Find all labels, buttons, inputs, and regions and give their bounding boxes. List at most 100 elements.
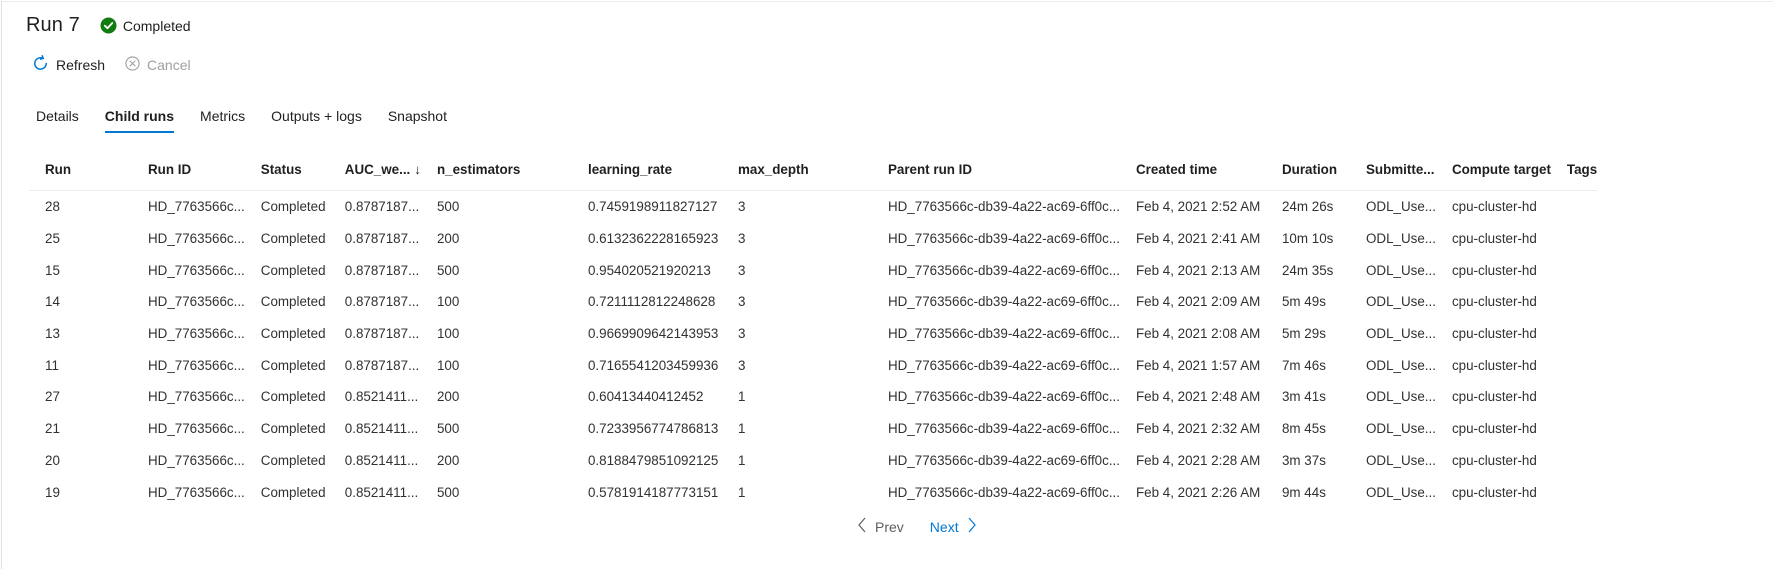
sort-descending-icon: ↓ xyxy=(414,161,421,177)
cell-compute-target: cpu-cluster-hd xyxy=(1451,199,1537,215)
cell-run[interactable]: 11 xyxy=(29,349,132,381)
table-row[interactable]: 21 HD_7763566c... Completed 0.8521411... 500… xyxy=(29,413,1597,445)
cell-max-depth: 3 xyxy=(737,262,746,278)
tab-metrics[interactable]: Metrics xyxy=(200,108,245,133)
cell-parent-run-id: HD_7763566c-db39-4a22-ac69-6ff0c... xyxy=(887,262,1120,278)
col-max-depth[interactable]: max_depth xyxy=(721,148,872,191)
cell-run-id[interactable]: HD_7763566c... xyxy=(132,191,245,223)
refresh-button[interactable]: Refresh xyxy=(32,55,105,75)
tab-child-runs[interactable]: Child runs xyxy=(104,108,175,133)
cell-submitted-by: ODL_Use... xyxy=(1365,231,1436,247)
status-text: Completed xyxy=(122,17,191,34)
tab-details[interactable]: Details xyxy=(36,108,79,133)
col-auc[interactable]: AUC_we... ↓ xyxy=(328,148,421,191)
cell-n-estimators: 500 xyxy=(436,421,460,437)
table-row[interactable]: 11 HD_7763566c... Completed 0.8787187... 100… xyxy=(29,349,1597,381)
cell-auc: 0.8521411... xyxy=(344,452,419,468)
cell-run[interactable]: 14 xyxy=(29,286,132,318)
cell-tags xyxy=(1551,349,1597,381)
cell-n-estimators: 500 xyxy=(436,199,460,215)
prev-label: Prev xyxy=(875,518,904,535)
cell-parent-run-id: HD_7763566c-db39-4a22-ac69-6ff0c... xyxy=(887,326,1120,342)
col-submitted-by[interactable]: Submitte... xyxy=(1349,148,1436,191)
cell-auc: 0.8787187... xyxy=(344,262,420,278)
col-run[interactable]: Run xyxy=(29,148,132,191)
tab-snapshot[interactable]: Snapshot xyxy=(388,108,447,133)
table-row[interactable]: 15 HD_7763566c... Completed 0.8787187... 500… xyxy=(29,254,1597,286)
cell-tags xyxy=(1551,476,1597,508)
check-circle-icon xyxy=(100,17,117,34)
cell-submitted-by: ODL_Use... xyxy=(1365,326,1436,342)
table-header-row: Run Run ID Status AUC_we... ↓ n_estimator… xyxy=(29,148,1598,191)
cell-run-id[interactable]: HD_7763566c... xyxy=(132,413,245,445)
cell-run[interactable]: 21 xyxy=(29,413,132,445)
table-row[interactable]: 13 HD_7763566c... Completed 0.8787187... 100… xyxy=(29,318,1597,350)
cell-run-id[interactable]: HD_7763566c... xyxy=(132,349,245,381)
table-body: 28 HD_7763566c... Completed 0.8787187... 500… xyxy=(29,191,1597,508)
cell-n-estimators: 100 xyxy=(436,326,460,342)
cell-run-id[interactable]: HD_7763566c... xyxy=(132,286,245,318)
col-tags[interactable]: Tags xyxy=(1550,148,1598,191)
col-status[interactable]: Status xyxy=(244,148,329,191)
cell-run[interactable]: 28 xyxy=(29,191,132,223)
cell-parent-run-id: HD_7763566c-db39-4a22-ac69-6ff0c... xyxy=(887,484,1120,500)
cell-compute-target: cpu-cluster-hd xyxy=(1451,262,1537,278)
cell-auc: 0.8787187... xyxy=(344,199,420,215)
cell-run[interactable]: 15 xyxy=(29,254,132,286)
cell-duration: 5m 49s xyxy=(1281,294,1326,310)
cell-run[interactable]: 25 xyxy=(29,223,132,255)
cell-max-depth: 3 xyxy=(737,199,746,215)
cell-compute-target: cpu-cluster-hd xyxy=(1451,389,1537,405)
cell-run[interactable]: 27 xyxy=(29,381,132,413)
table-row[interactable]: 20 HD_7763566c... Completed 0.8521411... 200… xyxy=(29,445,1597,477)
cell-run-id[interactable]: HD_7763566c... xyxy=(132,318,245,350)
cell-run-id[interactable]: HD_7763566c... xyxy=(132,476,245,508)
next-button[interactable]: Next xyxy=(930,517,977,536)
cell-run[interactable]: 20 xyxy=(29,445,132,477)
cell-run-id[interactable]: HD_7763566c... xyxy=(132,381,245,413)
cell-run[interactable]: 13 xyxy=(29,318,132,350)
cell-run[interactable]: 19 xyxy=(29,476,132,508)
table-row[interactable]: 14 HD_7763566c... Completed 0.8787187... 100… xyxy=(29,286,1597,318)
col-duration[interactable]: Duration xyxy=(1265,148,1350,191)
cell-created-time: Feb 4, 2021 2:48 AM xyxy=(1135,389,1261,405)
col-parent-run-id[interactable]: Parent run ID xyxy=(871,148,1120,191)
cell-n-estimators: 200 xyxy=(436,389,460,405)
col-learning-rate[interactable]: learning_rate xyxy=(571,148,722,191)
cell-parent-run-id: HD_7763566c-db39-4a22-ac69-6ff0c... xyxy=(887,357,1120,373)
cancel-label: Cancel xyxy=(147,57,191,73)
cell-parent-run-id: HD_7763566c-db39-4a22-ac69-6ff0c... xyxy=(887,294,1120,310)
table-row[interactable]: 25 HD_7763566c... Completed 0.8787187... 200… xyxy=(29,223,1597,255)
table-row[interactable]: 28 HD_7763566c... Completed 0.8787187... 500… xyxy=(29,191,1597,223)
cell-run-id[interactable]: HD_7763566c... xyxy=(132,445,245,477)
cell-auc: 0.8787187... xyxy=(344,326,420,342)
col-created-time[interactable]: Created time xyxy=(1119,148,1266,191)
cell-learning-rate: 0.6132362228165923 xyxy=(587,231,719,247)
cell-duration: 8m 45s xyxy=(1281,421,1326,437)
table-row[interactable]: 19 HD_7763566c... Completed 0.8521411... 500… xyxy=(29,476,1597,508)
cell-run-id[interactable]: HD_7763566c... xyxy=(132,254,245,286)
col-run-id[interactable]: Run ID xyxy=(132,148,245,191)
cell-max-depth: 3 xyxy=(737,231,746,247)
cell-compute-target: cpu-cluster-hd xyxy=(1451,484,1537,500)
cell-run-id[interactable]: HD_7763566c... xyxy=(132,223,245,255)
cell-created-time: Feb 4, 2021 2:26 AM xyxy=(1135,484,1261,500)
cell-auc: 0.8521411... xyxy=(344,389,419,405)
cell-max-depth: 1 xyxy=(737,452,746,468)
table-row[interactable]: 27 HD_7763566c... Completed 0.8521411... 200… xyxy=(29,381,1597,413)
child-runs-table: Run Run ID Status AUC_we... ↓ n_estimator… xyxy=(29,148,1598,508)
cell-status: Completed xyxy=(260,452,326,468)
col-compute-target[interactable]: Compute target xyxy=(1435,148,1551,191)
col-n-estimators[interactable]: n_estimators xyxy=(420,148,572,191)
cell-parent-run-id: HD_7763566c-db39-4a22-ac69-6ff0c... xyxy=(887,452,1120,468)
refresh-label: Refresh xyxy=(56,57,106,73)
tab-outputs-logs[interactable]: Outputs + logs xyxy=(271,108,362,133)
cancel-button[interactable]: Cancel xyxy=(125,56,191,74)
cell-parent-run-id: HD_7763566c-db39-4a22-ac69-6ff0c... xyxy=(887,231,1120,247)
chevron-right-icon xyxy=(959,517,977,536)
cell-n-estimators: 200 xyxy=(436,452,460,468)
tab-bar: Details Child runs Metrics Outputs + log… xyxy=(36,108,473,133)
prev-button[interactable]: Prev xyxy=(857,517,904,536)
cell-auc: 0.8787187... xyxy=(344,294,420,310)
cell-compute-target: cpu-cluster-hd xyxy=(1451,326,1537,342)
